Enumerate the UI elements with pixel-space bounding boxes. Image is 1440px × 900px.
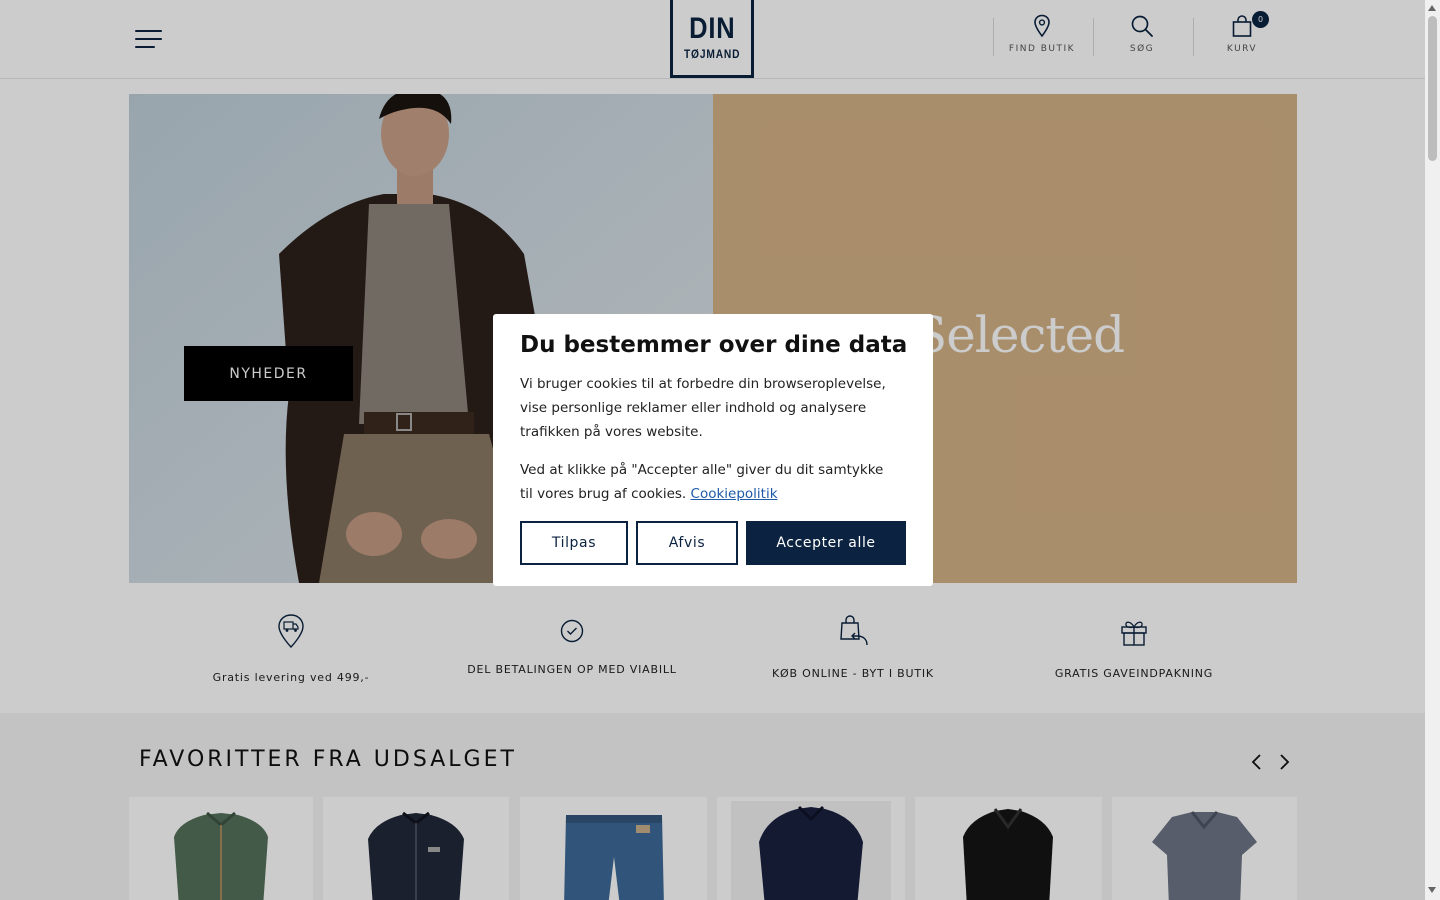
dialog-title: Du bestemmer over dine data (520, 332, 908, 358)
dialog-paragraph: Vi bruger cookies til at forbedre din br… (520, 376, 886, 440)
scrollbar-thumb[interactable] (1428, 16, 1437, 161)
dialog-paragraph: Ved at klikke på "Accepter alle" giver d… (520, 458, 900, 506)
scroll-up-arrow-icon[interactable] (1428, 5, 1436, 11)
cookie-consent-dialog: Du bestemmer over dine data Vi bruger co… (493, 314, 933, 586)
page-scrollbar[interactable] (1425, 0, 1440, 900)
reject-button[interactable]: Afvis (636, 521, 738, 565)
accept-all-button[interactable]: Accepter alle (746, 521, 906, 565)
scroll-down-arrow-icon[interactable] (1428, 887, 1436, 893)
customize-button[interactable]: Tilpas (520, 521, 628, 565)
page: DIN TØJMAND FIND BUTIK SØG 0 KURV Select… (0, 0, 1425, 900)
cookie-policy-link[interactable]: Cookiepolitik (691, 486, 778, 502)
